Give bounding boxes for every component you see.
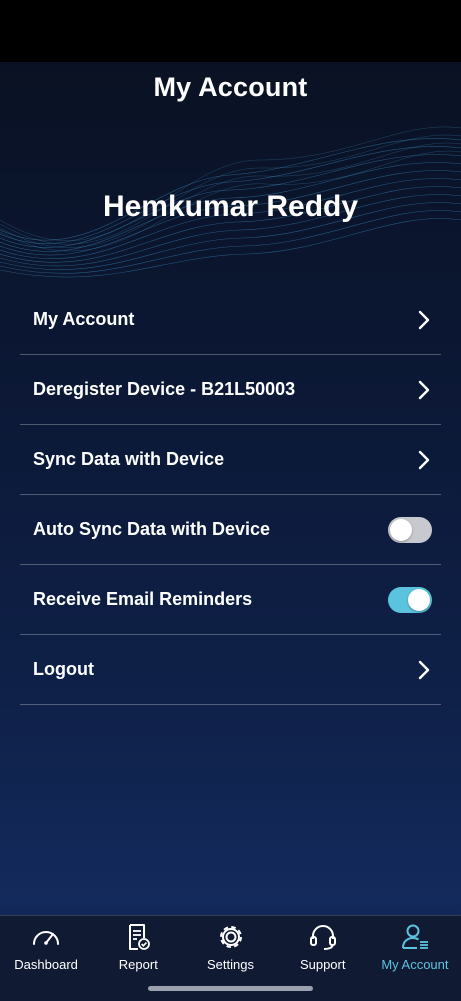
auto-sync-toggle[interactable] bbox=[388, 516, 432, 543]
menu-item-label: Logout bbox=[33, 659, 94, 679]
user-name: Hemkumar Reddy bbox=[102, 190, 359, 223]
report-icon bbox=[129, 924, 151, 950]
tab-my-account[interactable]: My Account bbox=[369, 916, 461, 1001]
menu-item-label: My Account bbox=[33, 309, 135, 329]
toggle-knob bbox=[390, 518, 412, 541]
menu-item-label: Sync Data with Device bbox=[33, 449, 225, 469]
menu-item-sync-data[interactable]: Sync Data with Device bbox=[20, 425, 441, 495]
speedometer-icon bbox=[33, 931, 60, 945]
menu-item-deregister-device[interactable]: Deregister Device - B21L50003 bbox=[20, 355, 441, 425]
chevron-right-icon bbox=[418, 310, 430, 329]
tab-dashboard[interactable]: Dashboard bbox=[0, 916, 92, 1001]
menu-item-logout[interactable]: Logout bbox=[20, 635, 441, 705]
tab-label: Dashboard bbox=[14, 957, 78, 972]
menu-item-email-reminders: Receive Email Reminders bbox=[20, 565, 441, 635]
home-indicator bbox=[148, 986, 313, 991]
account-icon bbox=[401, 924, 428, 949]
chevron-right-icon bbox=[418, 450, 430, 469]
menu-item-label: Auto Sync Data with Device bbox=[33, 519, 271, 539]
status-bar bbox=[0, 0, 461, 62]
menu-item-label: Receive Email Reminders bbox=[33, 589, 253, 609]
account-menu: My Account Deregister Device - B21L50003… bbox=[20, 285, 441, 705]
tab-label: Settings bbox=[207, 957, 254, 972]
menu-item-label: Deregister Device - B21L50003 bbox=[33, 379, 296, 399]
page-title: My Account bbox=[153, 72, 308, 102]
chevron-right-icon bbox=[418, 380, 430, 399]
tab-label: Report bbox=[118, 957, 158, 972]
chevron-right-icon bbox=[418, 660, 430, 679]
toggle-knob bbox=[408, 588, 430, 611]
tab-label: My Account bbox=[381, 957, 449, 972]
menu-item-my-account[interactable]: My Account bbox=[20, 285, 441, 355]
menu-item-auto-sync: Auto Sync Data with Device bbox=[20, 495, 441, 565]
gear-icon bbox=[219, 926, 242, 948]
headset-icon bbox=[309, 925, 336, 950]
tab-label: Support bbox=[299, 957, 346, 972]
email-reminders-toggle[interactable] bbox=[388, 586, 432, 613]
